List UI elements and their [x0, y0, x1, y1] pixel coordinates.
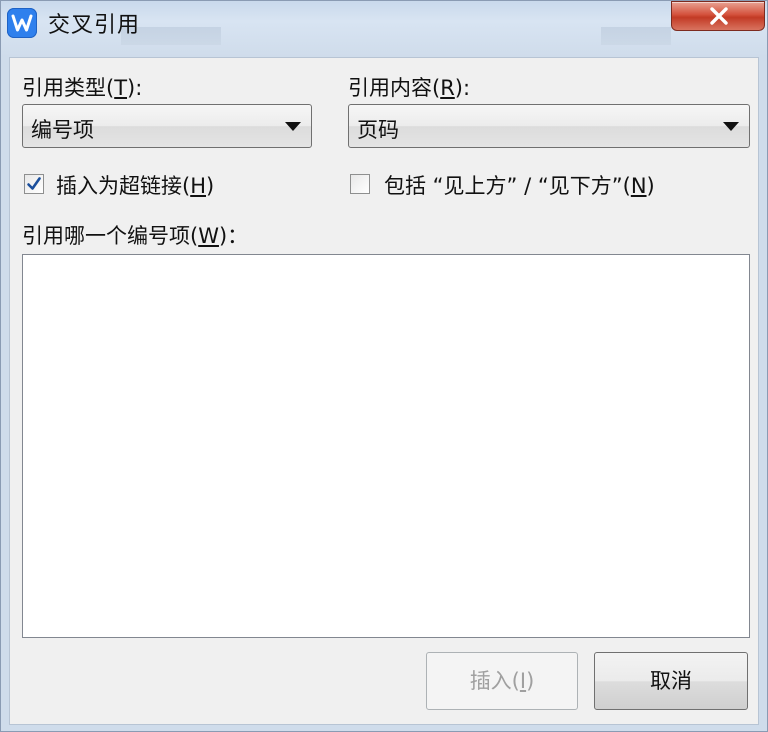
ref-content-label: 引用内容(R): [348, 76, 471, 100]
above-below-checkbox[interactable] [350, 174, 370, 194]
window-title: 交叉引用 [48, 13, 141, 38]
insert-button[interactable]: 插入(I) [426, 652, 578, 710]
ref-type-dropdown[interactable]: 编号项 [22, 104, 312, 148]
close-icon [710, 7, 728, 25]
title-bar[interactable]: 交叉引用 [1, 1, 767, 57]
chevron-down-icon [723, 122, 739, 131]
hyperlink-checkbox[interactable] [24, 174, 44, 194]
hyperlink-label[interactable]: 插入为超链接(H) [56, 170, 214, 200]
which-item-label: 引用哪一个编号项(W)： [22, 224, 249, 248]
wps-writer-icon [7, 8, 37, 38]
cancel-button[interactable]: 取消 [594, 652, 748, 710]
ref-content-dropdown[interactable]: 页码 [348, 104, 750, 148]
dialog-body: 引用类型(T): 编号项 引用内容(R): 页码 插入为超链接(H) 包括 “见… [9, 57, 759, 725]
chevron-down-icon [285, 122, 301, 131]
check-mark-icon [27, 177, 41, 190]
close-button[interactable] [671, 1, 765, 31]
ref-type-selected: 编号项 [31, 118, 94, 142]
numbered-items-list[interactable] [22, 254, 750, 638]
dialog-window: 交叉引用 引用类型(T): 编号项 引用内容(R): 页码 插入为超链接(H) … [0, 0, 768, 732]
ref-type-label: 引用类型(T): [22, 76, 143, 100]
above-below-label[interactable]: 包括 “见上方” / “见下方”(N) [384, 170, 655, 200]
ref-content-selected: 页码 [357, 118, 399, 142]
